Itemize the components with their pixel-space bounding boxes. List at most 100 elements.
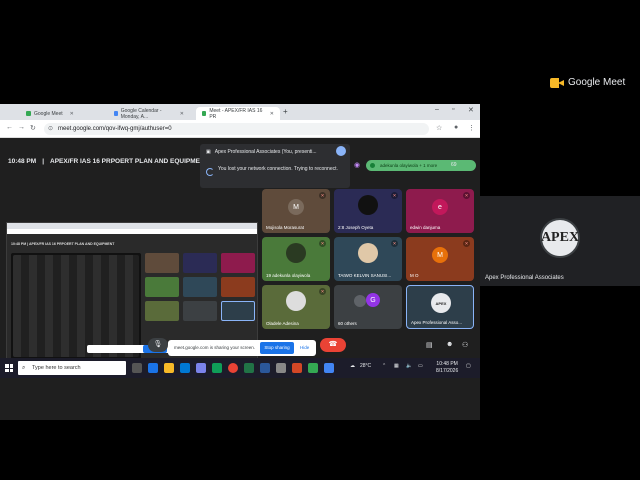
weather-text[interactable]: 28°C: [360, 363, 371, 369]
teams-icon[interactable]: [196, 363, 206, 373]
mic-off-icon: ✕: [463, 240, 470, 247]
meeting-title: APEX/FR IAS 16 PRPOERT PLAN AND EQUIPMEN…: [50, 158, 209, 165]
close-window-icon[interactable]: ✕: [468, 106, 474, 114]
participant-name: 19 adekunla olayiwola: [266, 273, 310, 278]
back-icon[interactable]: ←: [6, 124, 13, 131]
minimize-icon[interactable]: –: [435, 106, 439, 113]
participant-name-text: adekunla olayiwola: [272, 273, 311, 278]
volume-icon[interactable]: 🔈: [406, 363, 412, 369]
maximize-icon[interactable]: ▫: [452, 106, 454, 113]
screen-share-indicator-icon[interactable]: [336, 146, 346, 156]
participant-prefix: 2:8: [338, 225, 345, 230]
participant-tile[interactable]: ✕ Oladele Adesina: [262, 285, 330, 329]
participant-tile[interactable]: e ✕ edwin danjuma: [406, 189, 474, 233]
browser-tab[interactable]: Google Meet ✕: [20, 107, 100, 120]
app-icon[interactable]: [308, 363, 318, 373]
participant-tile[interactable]: G 60 others: [334, 285, 402, 329]
activities-icon[interactable]: ⚇: [462, 341, 468, 349]
mic-off-icon: ✕: [463, 192, 470, 199]
settings-icon[interactable]: [276, 363, 286, 373]
stop-sharing-button[interactable]: Stop sharing: [260, 342, 294, 354]
app-icon[interactable]: [212, 363, 222, 373]
word-icon[interactable]: [260, 363, 270, 373]
hand-icon: [370, 163, 375, 168]
mic-off-icon: ✕: [319, 288, 326, 295]
participant-name: M O: [410, 273, 419, 278]
mic-button[interactable]: 🎙: [148, 338, 168, 352]
participant-avatar: [286, 243, 306, 263]
people-icon[interactable]: ☻: [446, 341, 453, 348]
close-tab-icon[interactable]: ✕: [180, 111, 184, 117]
file-explorer-icon[interactable]: [164, 363, 174, 373]
browser-tab[interactable]: Google Calendar - Monday, A... ✕: [108, 107, 190, 120]
windows-start-icon[interactable]: [5, 364, 13, 372]
clock-date: 8/17/2026: [436, 368, 459, 374]
notifications-icon[interactable]: ▢: [466, 363, 471, 369]
windows-taskbar: ⌕ Type here to search ☁ 28°C ⌃ ▦ 🔈 ▭ 10:…: [0, 358, 480, 378]
edge-icon[interactable]: [148, 363, 158, 373]
app-icon[interactable]: [324, 363, 334, 373]
meet-favicon-icon: [26, 111, 31, 116]
task-view-icon[interactable]: [132, 363, 142, 373]
url-field[interactable]: ⊙ meet.google.com/qov-ifwq-gmj/authuser=…: [44, 123, 429, 135]
mic-off-icon: ✕: [319, 240, 326, 247]
participant-avatar: APEX: [431, 293, 451, 313]
show-hidden-icons-icon[interactable]: ⌃: [382, 363, 386, 369]
site-info-icon[interactable]: ⊙: [48, 123, 53, 135]
participant-tile[interactable]: M ✕ Mojisola Morasurat: [262, 189, 330, 233]
forward-icon[interactable]: →: [18, 124, 25, 131]
chat-icon[interactable]: ▤: [426, 341, 433, 349]
share-bar-text: meet.google.com is sharing your screen.: [174, 345, 256, 350]
taskbar-clock[interactable]: 10:48 PM 8/17/2026: [436, 361, 458, 375]
meeting-time: 10:48 PM: [8, 158, 37, 165]
raised-hands-pill[interactable]: adekunla olayiwola + 1 more: [366, 160, 476, 171]
participant-tile[interactable]: ✕ 19 adekunla olayiwola: [262, 237, 330, 281]
profile-avatar[interactable]: ●: [454, 124, 458, 131]
participant-name: Oladele Adesina: [266, 321, 299, 326]
battery-icon[interactable]: ▭: [418, 363, 423, 369]
bookmark-star-icon[interactable]: ☆: [436, 124, 442, 132]
reload-icon[interactable]: ↻: [30, 124, 36, 132]
participant-avatar: [358, 195, 378, 215]
leave-call-button[interactable]: ☎: [320, 338, 346, 352]
calendar-favicon-icon: [114, 111, 118, 116]
meet-area: 10:48 PM | APEX/FR IAS 16 PRPOERT PLAN A…: [0, 138, 480, 372]
close-tab-icon[interactable]: ✕: [270, 111, 274, 117]
google-meet-icon: [550, 77, 564, 88]
chrome-icon[interactable]: [228, 363, 238, 373]
mail-icon[interactable]: [180, 363, 190, 373]
video-frame: Google Meet APEX Apex Professional Assoc…: [0, 0, 640, 480]
participant-name: Apex Professional Asso...: [411, 320, 463, 325]
close-tab-icon[interactable]: ✕: [70, 111, 74, 117]
network-toast: ▣ Apex Professional Associates (You, pre…: [200, 144, 350, 188]
participant-name: 60 others: [338, 321, 357, 326]
new-tab-icon[interactable]: +: [283, 107, 288, 116]
browser-tab-strip: Google Meet ✕ Google Calendar - Monday, …: [0, 104, 480, 120]
mic-off-icon: ✕: [391, 192, 398, 199]
weather-icon[interactable]: ☁: [350, 363, 355, 369]
taskbar-search-input[interactable]: ⌕ Type here to search: [18, 361, 126, 375]
participant-tile-self[interactable]: APEX Apex Professional Asso...: [406, 285, 474, 329]
participant-name: 2:8 Joseph Oyeta: [338, 225, 373, 230]
hide-button[interactable]: Hide: [300, 345, 309, 350]
participant-tile[interactable]: ✕ 2:8 Joseph Oyeta: [334, 189, 402, 233]
loading-spinner-icon: [206, 168, 214, 176]
participant-prefix: 19: [266, 273, 272, 278]
presenter-avatar: APEX: [540, 218, 580, 258]
browser-tab-active[interactable]: Meet - APEX/FR IAS 16 PR ✕: [196, 107, 280, 120]
browser-menu-icon[interactable]: ⋮: [468, 124, 475, 132]
participant-tile[interactable]: M ✕ M O: [406, 237, 474, 281]
excel-icon[interactable]: [244, 363, 254, 373]
participant-avatar: M: [432, 247, 448, 263]
raised-hands-text: adekunla olayiwola + 1 more: [380, 163, 438, 168]
nested-title: 10:48 PM | APEX/FR IAS 16 PRPOERT PLAN A…: [11, 242, 115, 246]
tab-label: Google Meet: [34, 110, 63, 117]
participant-count: 69: [451, 162, 457, 168]
network-icon[interactable]: ▦: [394, 363, 399, 369]
search-icon: ⌕: [22, 365, 26, 371]
participant-tile[interactable]: ✕ TAIWO KELVIN SANUSI...: [334, 237, 402, 281]
address-bar: ← → ↻ ⊙ meet.google.com/qov-ifwq-gmj/aut…: [0, 120, 480, 138]
presenting-notice: Apex Professional Associates (You, prese…: [214, 149, 317, 155]
present-icon: ▣: [206, 149, 211, 155]
powerpoint-icon[interactable]: [292, 363, 302, 373]
